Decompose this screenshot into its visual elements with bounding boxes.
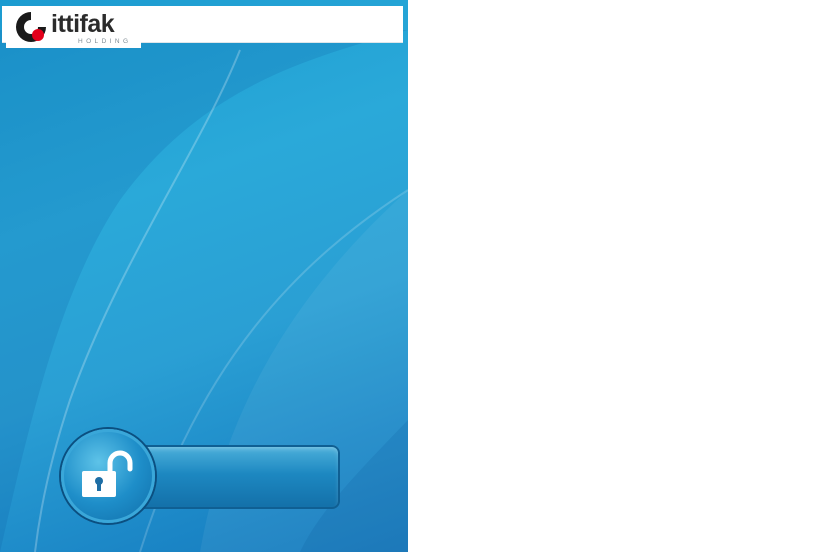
logo-mark-icon (16, 12, 46, 42)
ittifak-holding-logo: ittifak HOLDING (6, 8, 141, 48)
unlock-slider-handle[interactable] (61, 429, 155, 523)
logo-wordmark: ittifak (51, 10, 115, 38)
lock-screen-panel: ittifak HOLDING (0, 0, 408, 552)
unlocked-padlock-icon (82, 450, 133, 497)
logo-subtitle: HOLDING (78, 38, 132, 45)
